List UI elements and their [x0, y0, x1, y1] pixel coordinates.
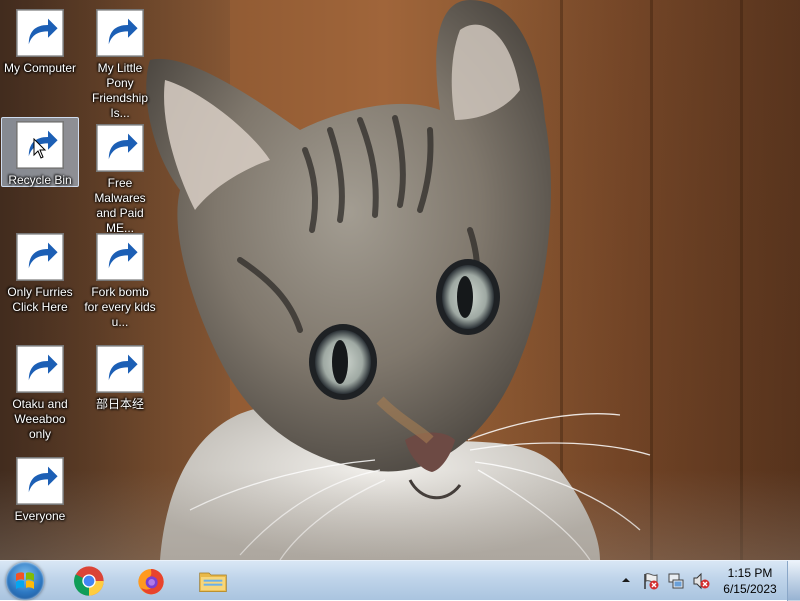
chrome-icon [16, 345, 64, 393]
warning-icon [96, 124, 144, 172]
clock[interactable]: 1:15 PM 6/15/2023 [716, 565, 784, 597]
mouse-cursor-icon [33, 138, 47, 159]
action-center-flag-icon[interactable] [642, 572, 660, 590]
shortcut-arrow-icon [16, 345, 64, 393]
start-button[interactable] [6, 562, 44, 600]
desktop-icon-otaku[interactable]: Otaku and Weeaboo only [1, 338, 79, 441]
shortcut-arrow-icon [16, 457, 64, 505]
firefox-icon [16, 233, 64, 281]
taskbar-firefox-button[interactable] [125, 563, 177, 599]
shortcut-arrow-icon [16, 233, 64, 281]
desktop-icon-label: Recycle Bin [8, 173, 72, 187]
desktop-icon-label: My Little Pony Friendship Is... [91, 61, 149, 120]
desktop-icon-label: Only Furries Click Here [7, 285, 73, 314]
shortcut-arrow-icon [96, 9, 144, 57]
desktop-icon-free-malwares[interactable]: Free Malwares and Paid ME... [81, 117, 159, 235]
show-desktop-button[interactable] [787, 561, 800, 601]
desktop-icon-fork-bomb[interactable]: C:\_ Fork bomb for every kids u... [81, 226, 159, 329]
desktop-icon-only-furries[interactable]: Only Furries Click Here [1, 226, 79, 326]
snipping-tool-icon [96, 345, 144, 393]
computer-icon [16, 9, 64, 57]
clock-time: 1:15 PM [727, 566, 773, 580]
desktop-icon-label: Everyone [14, 509, 66, 523]
file-explorer-icon [199, 572, 227, 592]
desktop-icon-everyone[interactable]: Everyone [1, 450, 79, 550]
desktop-icon-label: My Computer [3, 61, 77, 75]
windows-logo-icon [16, 572, 34, 589]
taskbar-chrome-button[interactable] [63, 563, 115, 599]
show-hidden-icons-arrow[interactable] [619, 573, 633, 587]
taskbar-file-explorer-button[interactable] [187, 563, 239, 599]
chrome-icon [74, 566, 104, 596]
shortcut-arrow-icon [96, 345, 144, 393]
command-prompt-icon: C:\_ [96, 233, 144, 281]
desktop-icon-my-little-pony[interactable]: My Little Pony Friendship Is... [81, 2, 159, 120]
shortcut-arrow-icon [96, 124, 144, 172]
desktop-icon-label: Otaku and Weeaboo only [12, 397, 68, 441]
desktop-icon-label: Fork bomb for every kids u... [84, 285, 156, 329]
clock-date: 6/15/2023 [723, 582, 777, 596]
shortcut-arrow-icon [96, 233, 144, 281]
shortcut-arrow-icon [16, 9, 64, 57]
desktop-icon-my-computer[interactable]: My Computer [1, 2, 79, 102]
volume-muted-icon[interactable] [692, 572, 710, 590]
desktop-icon-label: 部日本经 [95, 397, 144, 411]
internet-explorer-icon [16, 457, 64, 505]
taskbar: 1:15 PM 6/15/2023 [0, 560, 800, 601]
network-icon[interactable] [667, 572, 685, 590]
users-icon [96, 9, 144, 57]
firefox-icon [138, 569, 164, 595]
desktop-icon-japanese-shortcut[interactable]: 部日本经 [81, 338, 159, 438]
